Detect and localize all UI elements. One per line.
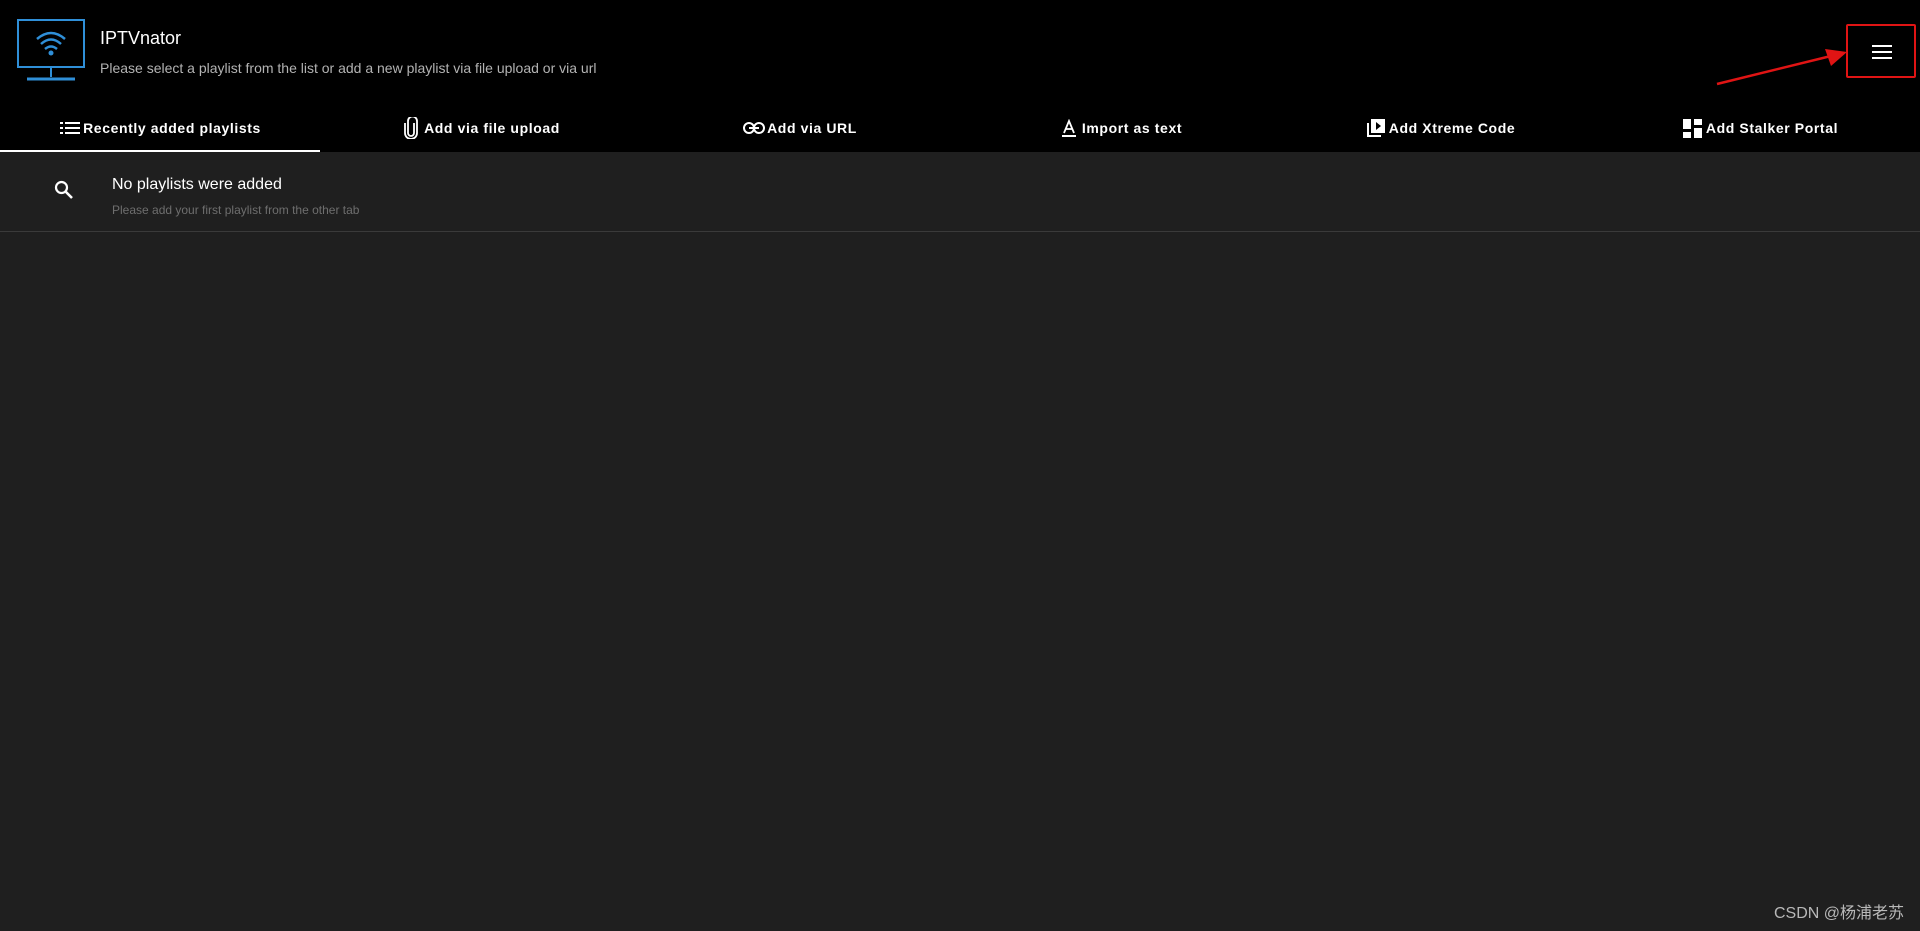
- tab-label: Add Xtreme Code: [1388, 120, 1516, 136]
- menu-button[interactable]: [1860, 36, 1904, 68]
- empty-state-subtitle: Please add your first playlist from the …: [112, 203, 360, 217]
- app-title: IPTVnator: [100, 28, 182, 48]
- link-icon: [743, 117, 766, 139]
- tab-recently-added-playlists[interactable]: Recently added playlists: [0, 104, 320, 152]
- tab-label: Add via file upload: [424, 120, 560, 136]
- paperclip-icon: [400, 117, 422, 139]
- tab-import-as-text[interactable]: Import as text: [960, 104, 1280, 152]
- tab-bar: Recently added playlists Add via file up…: [0, 104, 1920, 152]
- tab-add-via-file-upload[interactable]: Add via file upload: [320, 104, 640, 152]
- hamburger-menu-icon: [1872, 45, 1892, 59]
- video-library-icon: [1365, 117, 1387, 139]
- list-icon: [59, 117, 81, 139]
- tab-add-stalker-portal[interactable]: Add Stalker Portal: [1600, 104, 1920, 152]
- watermark: CSDN @杨浦老苏: [1773, 905, 1904, 922]
- tab-label: Import as text: [1081, 120, 1183, 136]
- empty-playlist-item: No playlists were added Please add your …: [0, 152, 1920, 232]
- app-header: IPTVnator Please select a playlist from …: [0, 0, 1920, 104]
- dashboard-icon: [1682, 117, 1704, 139]
- tab-add-xtreme-code[interactable]: Add Xtreme Code: [1280, 104, 1600, 152]
- tab-add-via-url[interactable]: Add via URL: [640, 104, 960, 152]
- text-format-icon: [1058, 117, 1080, 139]
- search-icon: [54, 180, 73, 199]
- tv-wifi-icon: [17, 19, 85, 81]
- tab-label: Recently added playlists: [83, 120, 261, 136]
- app-subtitle: Please select a playlist from the list o…: [100, 60, 597, 76]
- tab-label: Add via URL: [767, 120, 857, 136]
- annotation-arrow: [1716, 49, 1847, 86]
- tab-label: Add Stalker Portal: [1705, 120, 1839, 136]
- empty-state-title: No playlists were added: [112, 176, 282, 193]
